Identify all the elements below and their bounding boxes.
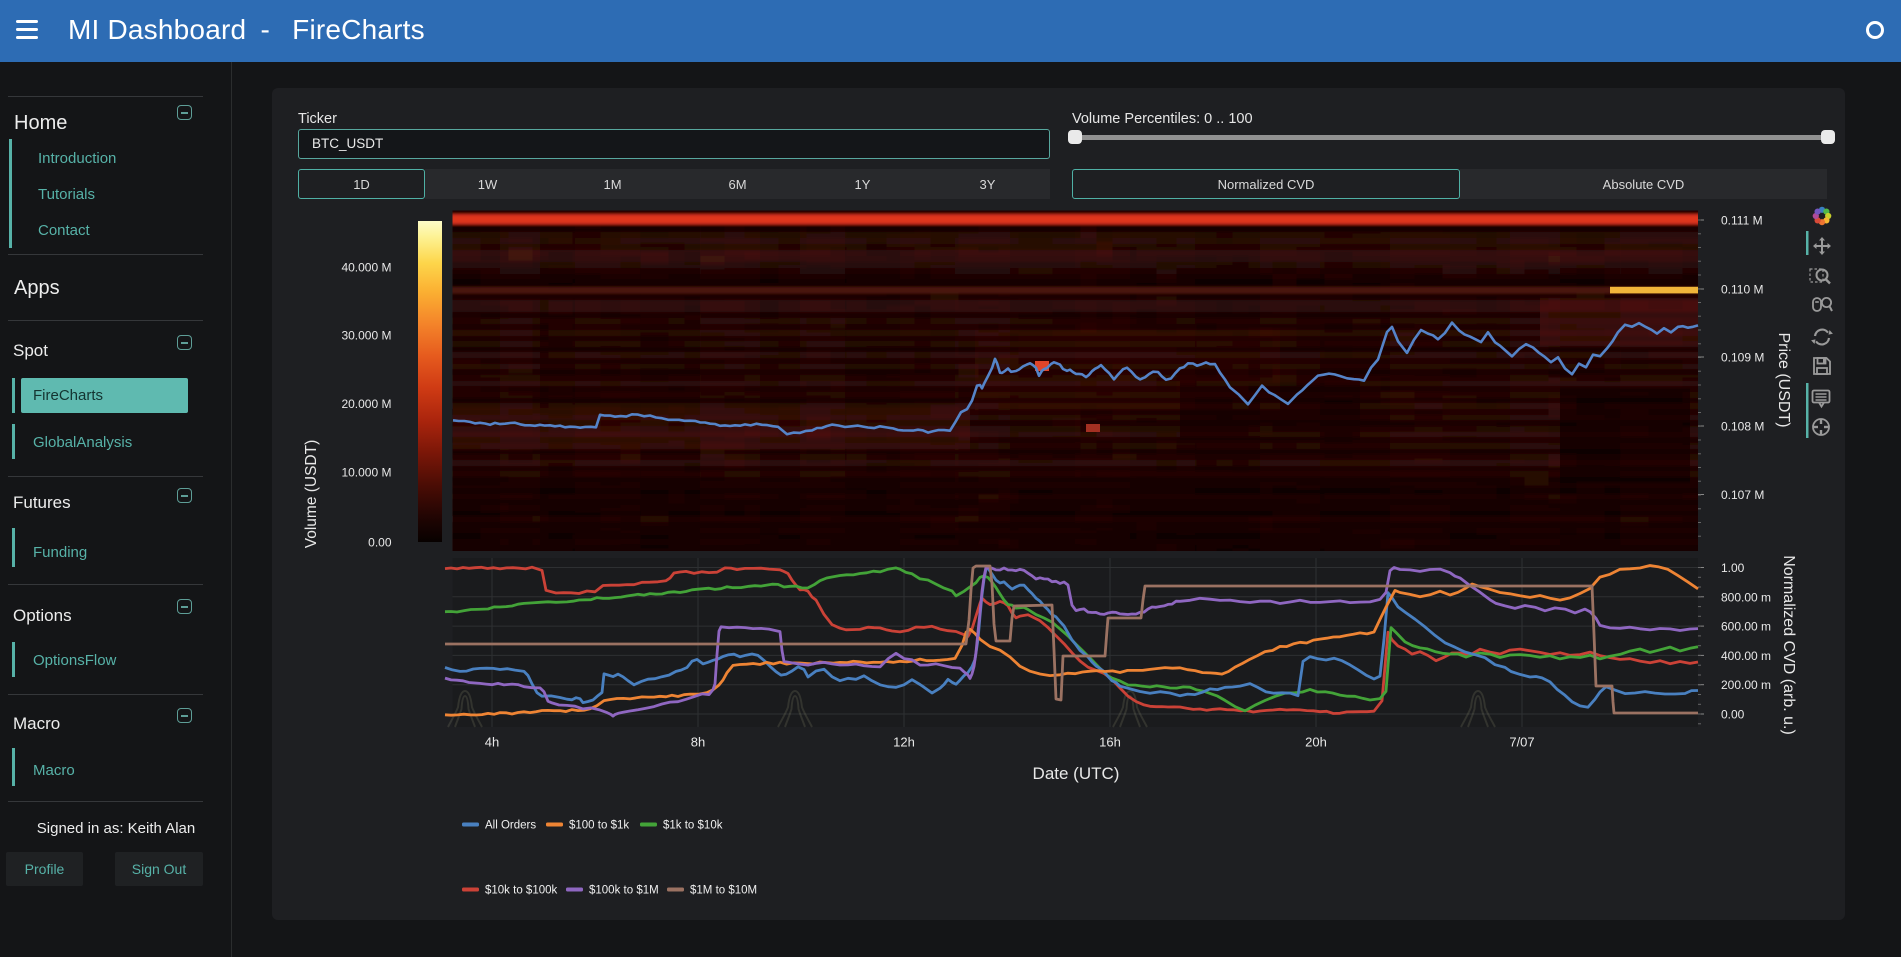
svg-text:0.110 M: 0.110 M [1721,283,1763,297]
svg-text:All Orders: All Orders [485,820,536,832]
svg-text:$100 to $1k: $100 to $1k [569,820,629,832]
svg-text:0.108 M: 0.108 M [1721,420,1764,434]
svg-text:600.00 m: 600.00 m [1721,620,1771,634]
svg-text:7/07: 7/07 [1509,735,1534,750]
svg-text:0.109 M: 0.109 M [1721,351,1764,365]
svg-text:20.000 M: 20.000 M [341,397,391,411]
svg-text:40.000 M: 40.000 M [341,261,391,275]
svg-text:12h: 12h [893,735,915,750]
svg-text:30.000 M: 30.000 M [341,329,391,343]
svg-text:200.00 m: 200.00 m [1721,678,1771,692]
svg-text:16h: 16h [1099,735,1121,750]
svg-text:$100k to $1M: $100k to $1M [589,885,659,897]
svg-text:1.00: 1.00 [1721,561,1745,575]
svg-text:0.00: 0.00 [368,535,392,549]
svg-text:Normalized CVD (arb. u.): Normalized CVD (arb. u.) [1780,555,1797,735]
svg-text:0.107 M: 0.107 M [1721,488,1764,502]
svg-text:$1M to $10M: $1M to $10M [690,885,757,897]
svg-text:4h: 4h [485,735,499,750]
svg-text:8h: 8h [691,735,705,750]
svg-text:0.00: 0.00 [1721,708,1745,722]
svg-text:20h: 20h [1305,735,1327,750]
svg-text:Price (USDT): Price (USDT) [1775,332,1792,427]
svg-text:0.111 M: 0.111 M [1721,214,1763,228]
svg-text:10.000 M: 10.000 M [341,465,391,479]
svg-text:400.00 m: 400.00 m [1721,649,1771,663]
svg-text:$10k to $100k: $10k to $100k [485,885,558,897]
svg-text:Volume (USDT): Volume (USDT) [303,440,320,549]
svg-text:Date (UTC): Date (UTC) [1033,764,1120,783]
svg-text:800.00 m: 800.00 m [1721,590,1771,604]
svg-text:$1k to $10k: $1k to $10k [663,820,723,832]
